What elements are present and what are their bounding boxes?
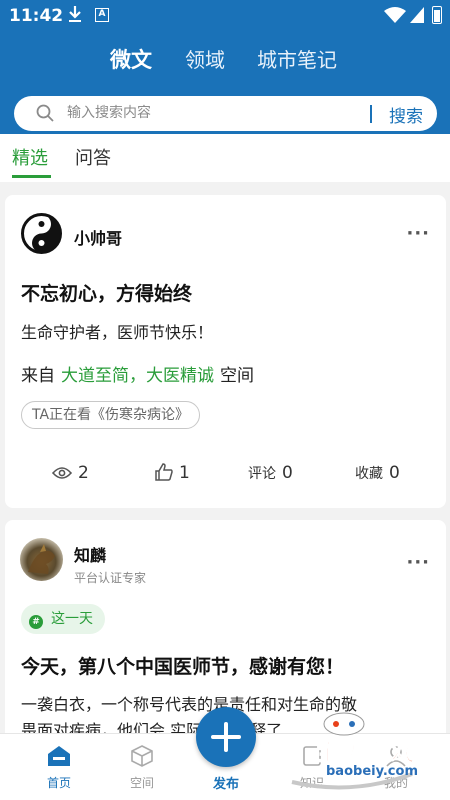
favorite-button[interactable]: 收藏 0 — [355, 463, 400, 483]
post-title: 不忘初心，方得始终 — [21, 283, 193, 305]
post-title: 今天，第八个中国医师节，感谢有您！ — [21, 656, 345, 678]
subtab-underline — [12, 175, 51, 178]
search-bar: 搜索 — [14, 96, 437, 131]
eye-icon — [51, 467, 73, 479]
plus-icon — [211, 722, 241, 752]
sub-tabs: 精选 问答 — [0, 134, 450, 182]
nav-home[interactable]: 首页 — [29, 744, 89, 791]
source-space-link[interactable]: 大道至简，大医精诚 — [61, 366, 214, 386]
search-divider — [370, 105, 372, 123]
download-icon — [69, 6, 81, 22]
subtab-qa[interactable]: 问答 — [75, 144, 111, 170]
author-name[interactable]: 小帅哥 — [74, 225, 122, 249]
search-input[interactable] — [67, 99, 347, 127]
source-suffix: 空间 — [220, 366, 254, 386]
a-notification-icon: A — [95, 8, 109, 22]
battery-icon — [432, 6, 442, 24]
comment-button[interactable]: 评论 0 — [248, 463, 293, 483]
signal-icon — [410, 7, 424, 23]
author-role: 平台认证专家 — [74, 571, 147, 585]
qilin-avatar-icon — [28, 544, 55, 574]
status-bar: 11:42 A — [0, 0, 450, 32]
avatar[interactable] — [20, 538, 63, 581]
views-count: 2 — [78, 463, 89, 483]
more-options-icon[interactable]: ··· — [406, 552, 430, 573]
comment-label: 评论 — [248, 466, 276, 482]
topic-badge[interactable]: # 这一天 — [21, 604, 105, 634]
nav-space[interactable]: 空间 — [112, 744, 172, 791]
avatar[interactable] — [20, 212, 63, 255]
views-stat: 2 — [51, 463, 89, 483]
watermark: 宝贝游戏网 baobeiy.com — [262, 712, 447, 797]
tab-city-notes[interactable]: 城市笔记 — [257, 44, 337, 73]
post-card[interactable]: 小帅哥 ··· 不忘初心，方得始终 生命守护者，医师节快乐！ 来自 大道至简，大医… — [5, 195, 446, 508]
tab-weiwen[interactable]: 微文 — [110, 44, 152, 74]
likes-count: 1 — [179, 463, 190, 483]
subtab-featured[interactable]: 精选 — [12, 144, 48, 170]
cube-icon — [131, 745, 153, 767]
author-name[interactable]: 知麟 — [74, 542, 106, 566]
topic-label: 这一天 — [51, 611, 93, 627]
favorites-count: 0 — [389, 463, 400, 483]
favorite-label: 收藏 — [355, 466, 383, 482]
watermark-url: baobeiy.com — [326, 764, 418, 779]
wifi-icon — [384, 7, 406, 23]
publish-label[interactable]: 发布 — [196, 773, 256, 792]
watching-tag[interactable]: TA正在看《伤寒杂病论》 — [21, 401, 201, 429]
yin-yang-icon — [21, 213, 62, 254]
source-prefix: 来自 — [21, 366, 55, 386]
top-tabs: 微文 领域 城市笔记 — [0, 44, 450, 74]
home-icon — [48, 746, 70, 766]
search-button[interactable]: 搜索 — [389, 102, 423, 127]
publish-button[interactable] — [196, 707, 256, 767]
hashtag-icon: # — [29, 615, 43, 629]
watermark-text: 宝贝游戏网 — [316, 738, 441, 767]
app-header: 11:42 A 微文 领域 城市笔记 搜索 — [0, 0, 450, 134]
comments-count: 0 — [282, 463, 293, 483]
nav-home-label: 首页 — [46, 776, 71, 790]
tab-lingyu[interactable]: 领域 — [185, 44, 225, 73]
thumbs-up-icon — [155, 463, 173, 481]
like-button[interactable]: 1 — [155, 463, 190, 483]
post-source: 来自 大道至简，大医精诚 空间 — [21, 361, 254, 386]
search-icon — [36, 104, 54, 122]
nav-space-label: 空间 — [129, 776, 154, 790]
status-time: 11:42 — [9, 6, 64, 26]
more-options-icon[interactable]: ··· — [406, 223, 430, 244]
post-body: 生命守护者，医师节快乐！ — [21, 323, 214, 342]
